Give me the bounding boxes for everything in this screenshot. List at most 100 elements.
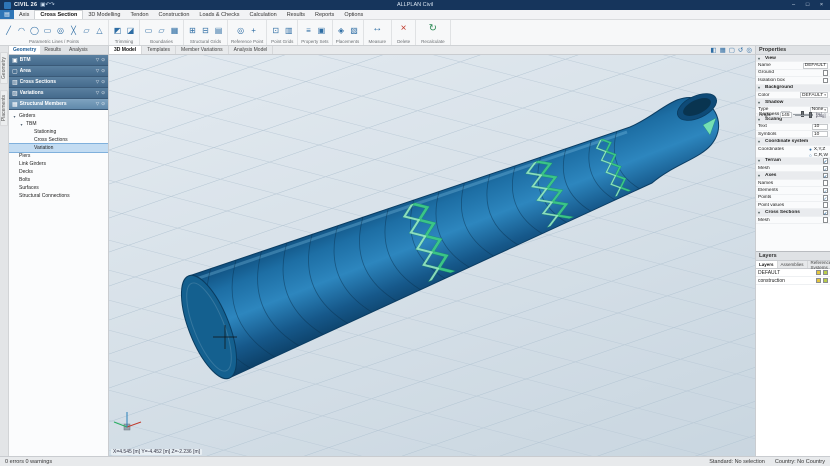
viewport-tab[interactable]: Analysis Model — [229, 46, 274, 54]
value-input[interactable]: 10 — [812, 124, 828, 130]
checkbox[interactable] — [823, 202, 829, 208]
grid-lines-icon[interactable]: ▤ — [213, 25, 224, 36]
parametric-polygon-icon[interactable]: ▱ — [81, 25, 92, 36]
layer-style-chip[interactable] — [823, 270, 828, 275]
layer-color-chip[interactable] — [816, 270, 821, 275]
tree-item[interactable]: Surfaces — [9, 184, 108, 192]
parametric-triangle-icon[interactable]: △ — [94, 25, 105, 36]
sidebar-section-bar[interactable]: ▣ BTM ▽ ⊙ — [9, 55, 108, 66]
sidebar-section-bar[interactable]: ▨ Variations ▽ ⊙ — [9, 88, 108, 99]
add-reference-point-icon[interactable]: + — [248, 25, 259, 36]
boundary-offset-icon[interactable]: ▱ — [156, 25, 167, 36]
grid-toggle-icon[interactable]: ▦ — [720, 46, 726, 54]
value-input[interactable]: DEFAULT — [803, 63, 828, 69]
menu-tab[interactable]: Tendon — [125, 10, 153, 19]
tree-item[interactable]: Structural Connections — [9, 192, 108, 200]
boundary-rectangle-icon[interactable]: ▭ — [143, 25, 154, 36]
3d-scene[interactable] — [109, 55, 755, 456]
checkbox[interactable]: ✓ — [823, 210, 829, 216]
menu-tab[interactable]: Results — [282, 10, 310, 19]
ribbon-action-button[interactable]: ↔ Measure — [364, 20, 393, 45]
filter-icon[interactable]: ▽ — [96, 57, 99, 63]
maximize-view-icon[interactable]: ◎ — [746, 46, 752, 54]
sidebar-section-bar[interactable]: ▥ Cross Sections ▽ ⊙ — [9, 77, 108, 88]
dropdown[interactable]: DEFAULT▾ — [800, 92, 828, 98]
grid-remove-icon[interactable]: ⊟ — [200, 25, 211, 36]
value-input[interactable]: 145 — [780, 112, 792, 118]
boundary-grid-icon[interactable]: ▦ — [169, 25, 180, 36]
tree-item[interactable]: Link Girders — [9, 160, 108, 168]
redo-icon[interactable]: ↷ — [50, 2, 55, 8]
ribbon-action-button[interactable]: × Delete — [392, 20, 416, 45]
parametric-arc-icon[interactable]: ◠ — [16, 25, 27, 36]
pin-icon[interactable]: ⊙ — [101, 79, 105, 85]
placement-grid-icon[interactable]: ▧ — [349, 25, 360, 36]
split-icon[interactable]: ◪ — [125, 25, 136, 36]
slider[interactable] — [795, 115, 814, 116]
point-grid-rows-icon[interactable]: ▥ — [283, 25, 294, 36]
property-list-icon[interactable]: ▣ — [316, 25, 327, 36]
filter-icon[interactable]: ▽ — [96, 90, 99, 96]
tree-item[interactable]: Stationing — [9, 128, 108, 136]
tree-item[interactable]: ▾ Girders — [9, 112, 108, 120]
collapse-icon[interactable]: ▾ — [758, 56, 763, 61]
checkbox[interactable] — [823, 180, 829, 186]
collapse-icon[interactable]: ▾ — [758, 158, 763, 163]
menu-tab[interactable]: 3D Modelling — [83, 10, 125, 19]
menu-tab[interactable]: Options — [339, 10, 368, 19]
maximize-button[interactable]: □ — [803, 2, 812, 8]
menu-tab[interactable]: Calculation — [244, 10, 281, 19]
reference-point-icon[interactable]: ◎ — [235, 25, 246, 36]
panel-tab[interactable]: Results — [40, 46, 65, 54]
checkbox[interactable]: ✓ — [823, 173, 829, 179]
layer-style-chip[interactable] — [823, 278, 828, 283]
viewport-tab[interactable]: Member Variations — [176, 46, 229, 54]
docked-panel-tab[interactable]: Geometry — [0, 52, 8, 84]
ribbon-action-button[interactable]: ↻ Recalculate — [416, 20, 451, 45]
collapse-icon[interactable]: ▾ — [758, 139, 763, 144]
tree-item[interactable]: Bolts — [9, 176, 108, 184]
filter-icon[interactable]: ▽ — [96, 68, 99, 74]
parametric-point-icon[interactable]: ◎ — [55, 25, 66, 36]
sidebar-section-bar[interactable]: ▢ Area ▽ ⊙ — [9, 66, 108, 77]
radio-button[interactable]: ○ — [809, 153, 812, 158]
minimize-button[interactable]: – — [789, 2, 798, 8]
app-menu-button[interactable]: ▤ — [0, 10, 14, 19]
checkbox[interactable]: ✓ — [823, 195, 829, 201]
close-button[interactable]: × — [817, 2, 826, 8]
menu-tab[interactable]: Construction — [154, 10, 195, 19]
pin-icon[interactable]: ⊙ — [101, 68, 105, 74]
docked-panel-tab[interactable]: Placements — [0, 90, 8, 126]
checkbox[interactable] — [823, 217, 829, 223]
tree-item[interactable]: Cross Sections — [9, 136, 108, 144]
parametric-circle-icon[interactable]: ◯ — [29, 25, 40, 36]
menu-tab[interactable]: Axis — [14, 10, 34, 19]
checkbox[interactable]: ✓ — [823, 158, 829, 164]
viewport-tab[interactable]: Templates — [142, 46, 176, 54]
tree-item[interactable]: Variation — [9, 144, 108, 152]
layers-tab[interactable]: Assemblies — [778, 261, 808, 268]
panel-tab[interactable]: Analysis — [65, 46, 92, 54]
tree-item[interactable]: Decks — [9, 168, 108, 176]
intersection-icon[interactable]: ╳ — [68, 25, 79, 36]
filter-icon[interactable]: ▽ — [96, 101, 99, 107]
value-input[interactable]: 10 — [812, 131, 828, 137]
collapse-icon[interactable]: ▾ — [758, 173, 763, 178]
tree-item[interactable]: ▾ TBM — [9, 120, 108, 128]
trim-icon[interactable]: ◩ — [112, 25, 123, 36]
property-set-icon[interactable]: ≡ — [303, 25, 314, 36]
layer-row[interactable]: DEFAULT — [756, 269, 830, 277]
layers-tab[interactable]: Reference Systems — [808, 261, 830, 268]
checkbox[interactable]: ✓ — [823, 188, 829, 194]
checkbox[interactable] — [823, 78, 829, 84]
sidebar-section-bar[interactable]: ▦ Structural Members ▽ ⊙ — [9, 99, 108, 110]
panel-tab[interactable]: Geometry — [9, 46, 40, 54]
view-mode-icon[interactable]: ◧ — [710, 46, 716, 54]
expander-icon[interactable]: ▾ — [19, 122, 24, 127]
pin-icon[interactable]: ⊙ — [101, 101, 105, 107]
menu-tab[interactable]: Reports — [310, 10, 339, 19]
grid-add-icon[interactable]: ⊞ — [187, 25, 198, 36]
layer-color-chip[interactable] — [816, 278, 821, 283]
collapse-icon[interactable]: ▾ — [758, 85, 763, 90]
collapse-icon[interactable]: ▾ — [758, 100, 763, 105]
